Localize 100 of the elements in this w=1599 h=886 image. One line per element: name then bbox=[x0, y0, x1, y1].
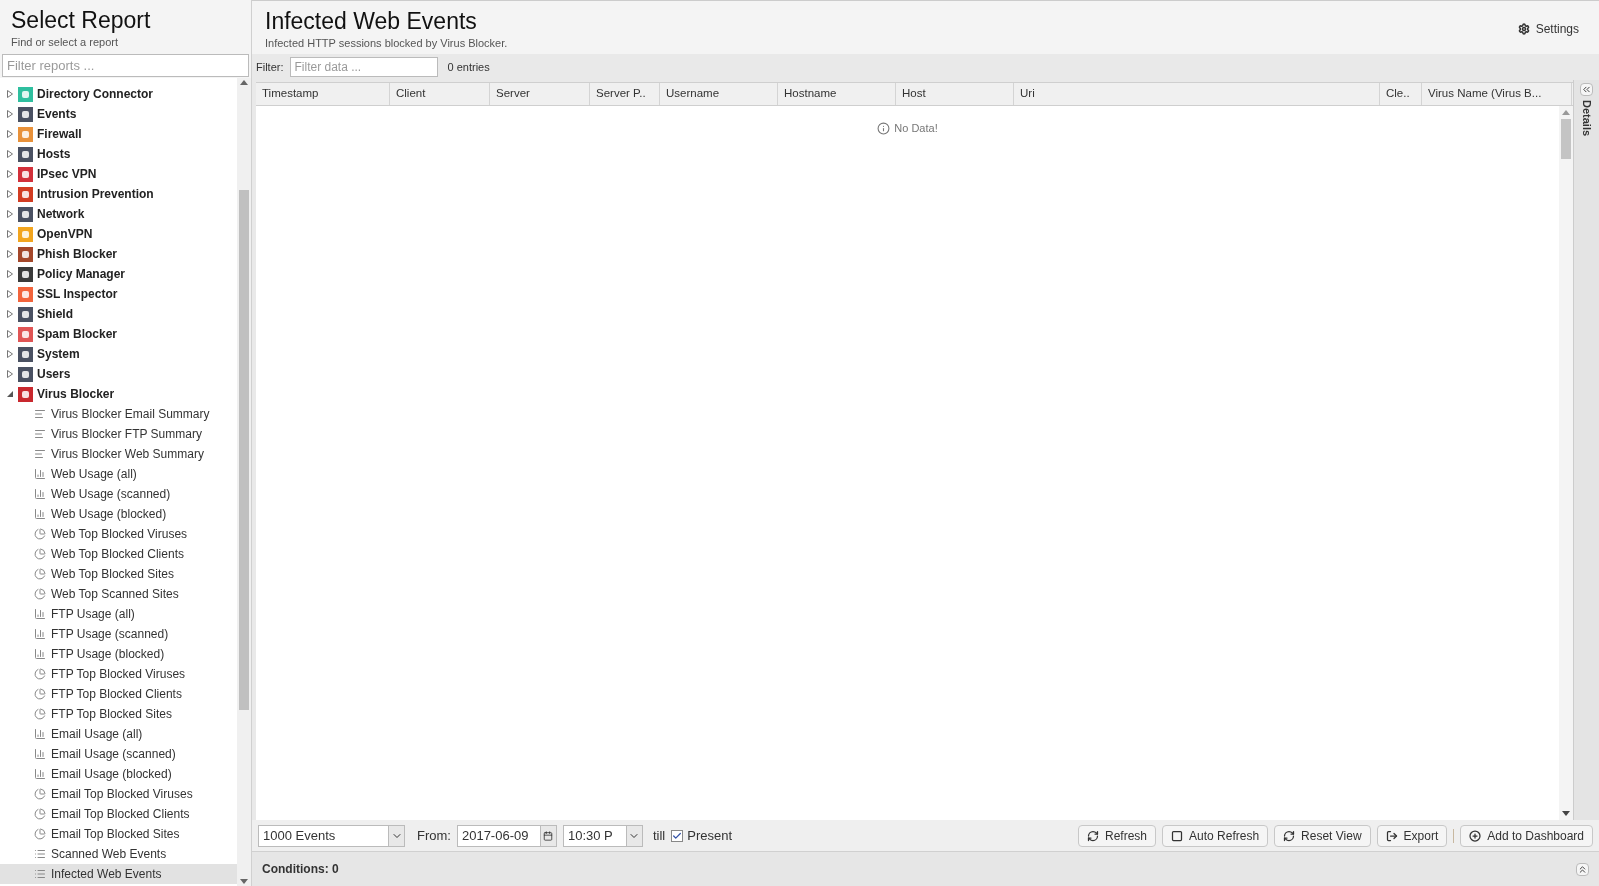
tree-item[interactable]: FTP Usage (scanned) bbox=[0, 624, 237, 644]
tree-item[interactable]: FTP Usage (blocked) bbox=[0, 644, 237, 664]
panel-title: Select Report bbox=[11, 6, 152, 34]
collapse-button[interactable] bbox=[1580, 83, 1593, 96]
column-header[interactable]: Server bbox=[490, 83, 590, 105]
tree-category[interactable]: IPsec VPN bbox=[37, 165, 97, 183]
expand-arrow-icon[interactable] bbox=[6, 190, 14, 198]
column-header[interactable]: Client bbox=[390, 83, 490, 105]
toolbar-button[interactable]: Reset View bbox=[1274, 824, 1371, 847]
tree-item[interactable]: Virus Blocker Web Summary bbox=[0, 444, 237, 464]
column-header[interactable]: Timestamp bbox=[256, 83, 390, 105]
expand-arrow-icon[interactable] bbox=[6, 350, 14, 358]
bar-chart-icon bbox=[34, 748, 46, 760]
tree-item[interactable]: Scanned Web Events bbox=[0, 844, 237, 864]
settings-button[interactable]: Settings bbox=[1517, 20, 1579, 38]
toolbar-button[interactable]: Refresh bbox=[1078, 824, 1157, 847]
time-dropdown[interactable]: 10:30 P bbox=[562, 824, 643, 847]
tree-item[interactable]: FTP Top Blocked Sites bbox=[0, 704, 237, 724]
details-label[interactable]: Details bbox=[1578, 100, 1595, 137]
tree-category[interactable]: Intrusion Prevention bbox=[37, 185, 154, 203]
tree-category[interactable]: Shield bbox=[37, 305, 73, 323]
scroll-up-icon bbox=[1562, 110, 1570, 115]
expand-arrow-icon[interactable] bbox=[6, 270, 14, 278]
tree-item[interactable]: Email Usage (all) bbox=[0, 724, 237, 744]
toolbar-button[interactable]: Auto Refresh bbox=[1162, 824, 1269, 847]
expand-arrow-icon[interactable] bbox=[6, 370, 14, 378]
tree-category[interactable]: Spam Blocker bbox=[37, 325, 118, 343]
tree-item[interactable]: FTP Top Blocked Viruses bbox=[0, 664, 237, 684]
scroll-up-icon bbox=[240, 80, 248, 85]
tree-item[interactable]: Web Usage (scanned) bbox=[0, 484, 237, 504]
expand-arrow-icon[interactable] bbox=[6, 290, 14, 298]
expand-arrow-icon[interactable] bbox=[6, 230, 14, 238]
tree-item[interactable]: Email Top Blocked Clients bbox=[0, 804, 237, 824]
expand-arrow-icon[interactable] bbox=[6, 110, 14, 118]
tree-category[interactable]: Events bbox=[37, 105, 77, 123]
expand-arrow-icon[interactable] bbox=[6, 130, 14, 138]
tree-item[interactable]: Web Top Blocked Viruses bbox=[0, 524, 237, 544]
tree-category[interactable]: System bbox=[37, 345, 80, 363]
tree-category[interactable]: Users bbox=[37, 365, 71, 383]
expand-arrow-icon[interactable] bbox=[6, 250, 14, 258]
expand-arrow-icon[interactable] bbox=[6, 310, 14, 318]
present-label[interactable]: Present bbox=[687, 825, 733, 846]
tree-item[interactable]: Email Top Blocked Viruses bbox=[0, 784, 237, 804]
tree-category[interactable]: OpenVPN bbox=[37, 225, 93, 243]
report-subtitle: Infected HTTP sessions blocked by Virus Blocker. bbox=[265, 36, 508, 51]
column-header[interactable]: Uri bbox=[1014, 83, 1380, 105]
tree-item[interactable]: Virus Blocker FTP Summary bbox=[0, 424, 237, 444]
scrollbar-thumb[interactable] bbox=[239, 190, 249, 710]
events-dropdown[interactable]: 1000 Events bbox=[258, 824, 405, 847]
tree-item[interactable]: Email Top Blocked Sites bbox=[0, 824, 237, 844]
tree-item[interactable]: Virus Blocker Email Summary bbox=[0, 404, 237, 424]
tree-category[interactable]: Directory Connector bbox=[37, 85, 154, 103]
bar-chart-icon bbox=[34, 468, 46, 480]
tree-item[interactable]: FTP Top Blocked Clients bbox=[0, 684, 237, 704]
tree-category[interactable]: Policy Manager bbox=[37, 265, 126, 283]
scroll-down-icon bbox=[240, 879, 248, 884]
date-field[interactable]: 2017-06-09 bbox=[456, 824, 557, 847]
toolbar-button[interactable]: Add to Dashboard bbox=[1460, 824, 1593, 847]
expand-arrow-icon[interactable] bbox=[6, 170, 14, 178]
tree-item[interactable]: Web Top Blocked Sites bbox=[0, 564, 237, 584]
expand-button[interactable] bbox=[1576, 862, 1589, 876]
pie-chart-icon bbox=[34, 788, 46, 800]
expand-arrow-icon[interactable] bbox=[6, 90, 14, 98]
column-header[interactable]: Username bbox=[660, 83, 778, 105]
tree-item[interactable]: Email Usage (scanned) bbox=[0, 744, 237, 764]
expand-arrow-icon[interactable] bbox=[6, 330, 14, 338]
column-header[interactable]: Virus Name (Virus B... bbox=[1422, 83, 1572, 105]
tree-item[interactable]: FTP Usage (all) bbox=[0, 604, 237, 624]
column-header[interactable]: Cle.. bbox=[1380, 83, 1422, 105]
tree-item[interactable]: Web Top Scanned Sites bbox=[0, 584, 237, 604]
collapse-arrow-icon[interactable] bbox=[6, 390, 14, 398]
tree-category[interactable]: SSL Inspector bbox=[37, 285, 118, 303]
expand-arrow-icon[interactable] bbox=[6, 210, 14, 218]
scrollbar-thumb[interactable] bbox=[1561, 119, 1571, 159]
present-checkbox[interactable] bbox=[671, 829, 684, 842]
tree-item[interactable]: Infected Web Events bbox=[0, 864, 237, 884]
column-header[interactable]: Server P.. bbox=[590, 83, 660, 105]
filter-field[interactable]: Filter data ... bbox=[289, 57, 438, 77]
details-panel[interactable]: Details bbox=[1573, 80, 1599, 820]
tree-item[interactable]: Email Usage (blocked) bbox=[0, 764, 237, 784]
toolbar-button[interactable]: Export bbox=[1376, 824, 1448, 847]
tree-category[interactable]: Phish Blocker bbox=[37, 245, 118, 263]
column-header[interactable]: Host bbox=[896, 83, 1014, 105]
entries-count: 0 entries bbox=[447, 59, 490, 75]
bar-chart-icon bbox=[34, 628, 46, 640]
tree-item[interactable]: Web Usage (all) bbox=[0, 464, 237, 484]
tree-category[interactable]: Firewall bbox=[37, 125, 82, 143]
column-header[interactable]: Hostname bbox=[778, 83, 896, 105]
search-field[interactable]: Filter reports ... bbox=[2, 54, 249, 77]
scrollbar[interactable] bbox=[1559, 106, 1573, 820]
tree-item[interactable]: Web Top Blocked Clients bbox=[0, 544, 237, 564]
tree-item[interactable]: Web Usage (blocked) bbox=[0, 504, 237, 524]
tree-category[interactable]: Virus Blocker bbox=[37, 385, 115, 403]
tree-category[interactable]: Network bbox=[37, 205, 85, 223]
tree-category[interactable]: Hosts bbox=[37, 145, 71, 163]
bar-chart-icon bbox=[34, 508, 46, 520]
scrollbar[interactable] bbox=[237, 78, 251, 886]
bar-chart-icon bbox=[34, 768, 46, 780]
text-report-icon bbox=[34, 408, 46, 420]
expand-arrow-icon[interactable] bbox=[6, 150, 14, 158]
